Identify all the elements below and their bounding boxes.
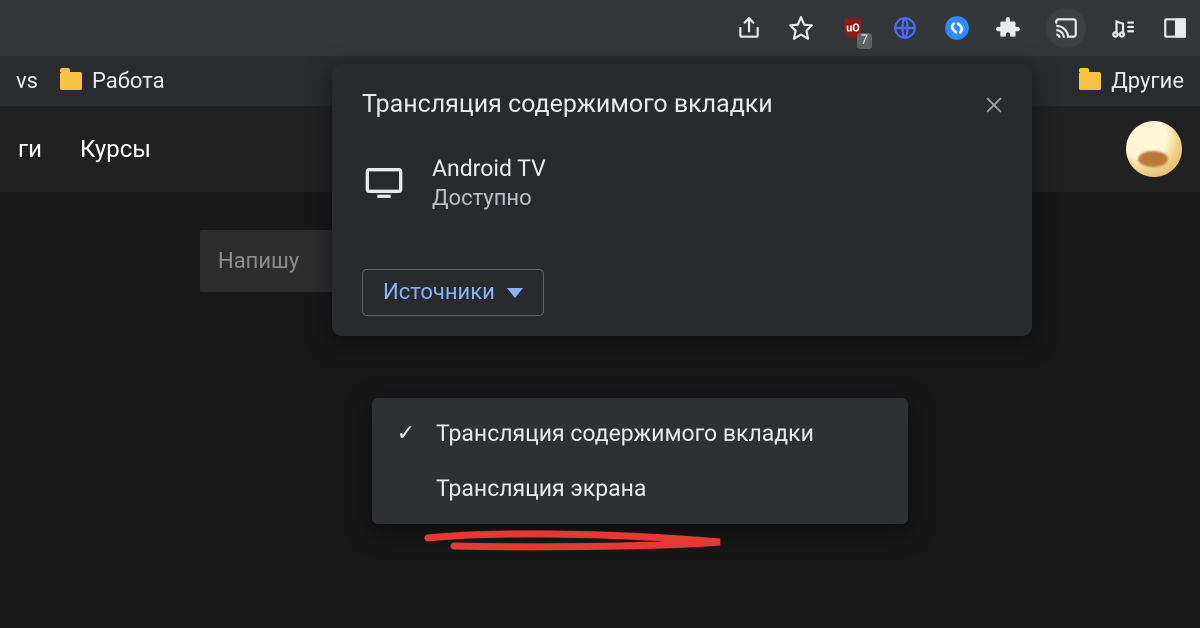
folder-icon — [1079, 72, 1101, 90]
menu-item-label: Трансляция экрана — [436, 475, 646, 502]
compose-box[interactable]: Напишу — [200, 230, 340, 292]
cast-icon[interactable] — [1046, 8, 1086, 48]
device-status: Доступно — [432, 186, 546, 211]
compose-placeholder: Напишу — [218, 249, 299, 274]
ublock-icon[interactable]: uO 7 — [838, 13, 868, 43]
check-icon: ✓ — [394, 421, 418, 446]
bookmark-label: Работа — [92, 69, 165, 94]
device-name: Android TV — [432, 155, 546, 182]
folder-icon — [60, 72, 82, 90]
menu-item-cast-screen[interactable]: Трансляция экрана — [372, 461, 908, 516]
share-icon[interactable] — [734, 13, 764, 43]
sources-menu: ✓ Трансляция содержимого вкладки Трансля… — [372, 398, 908, 524]
menu-item-cast-tab[interactable]: ✓ Трансляция содержимого вкладки — [372, 406, 908, 461]
sources-label: Источники — [383, 280, 495, 305]
close-button[interactable] — [980, 91, 1008, 119]
tv-icon — [362, 166, 406, 200]
cast-popup: Трансляция содержимого вкладки Android T… — [332, 64, 1032, 336]
media-control-icon[interactable] — [1108, 13, 1138, 43]
bookmark-folder-other[interactable]: Другие — [1079, 69, 1184, 94]
sidepanel-icon[interactable] — [1160, 13, 1190, 43]
cast-device-row[interactable]: Android TV Доступно — [332, 137, 1032, 221]
extensions-icon[interactable] — [994, 13, 1024, 43]
shazam-icon[interactable] — [942, 13, 972, 43]
nav-item-partial[interactable]: ги — [18, 135, 42, 163]
globe-icon[interactable] — [890, 13, 920, 43]
bookmark-partial[interactable]: vs — [16, 69, 38, 94]
browser-toolbar: uO 7 — [0, 0, 1200, 56]
menu-item-label: Трансляция содержимого вкладки — [436, 420, 814, 447]
avatar[interactable] — [1126, 121, 1182, 177]
chevron-down-icon — [507, 288, 523, 298]
ublock-badge: 7 — [857, 33, 872, 49]
bookmark-folder-work[interactable]: Работа — [60, 69, 165, 94]
cast-title: Трансляция содержимого вкладки — [362, 90, 773, 119]
sources-button[interactable]: Источники — [362, 269, 544, 316]
nav-item-courses[interactable]: Курсы — [80, 135, 151, 163]
star-icon[interactable] — [786, 13, 816, 43]
bookmark-label: Другие — [1111, 69, 1184, 94]
